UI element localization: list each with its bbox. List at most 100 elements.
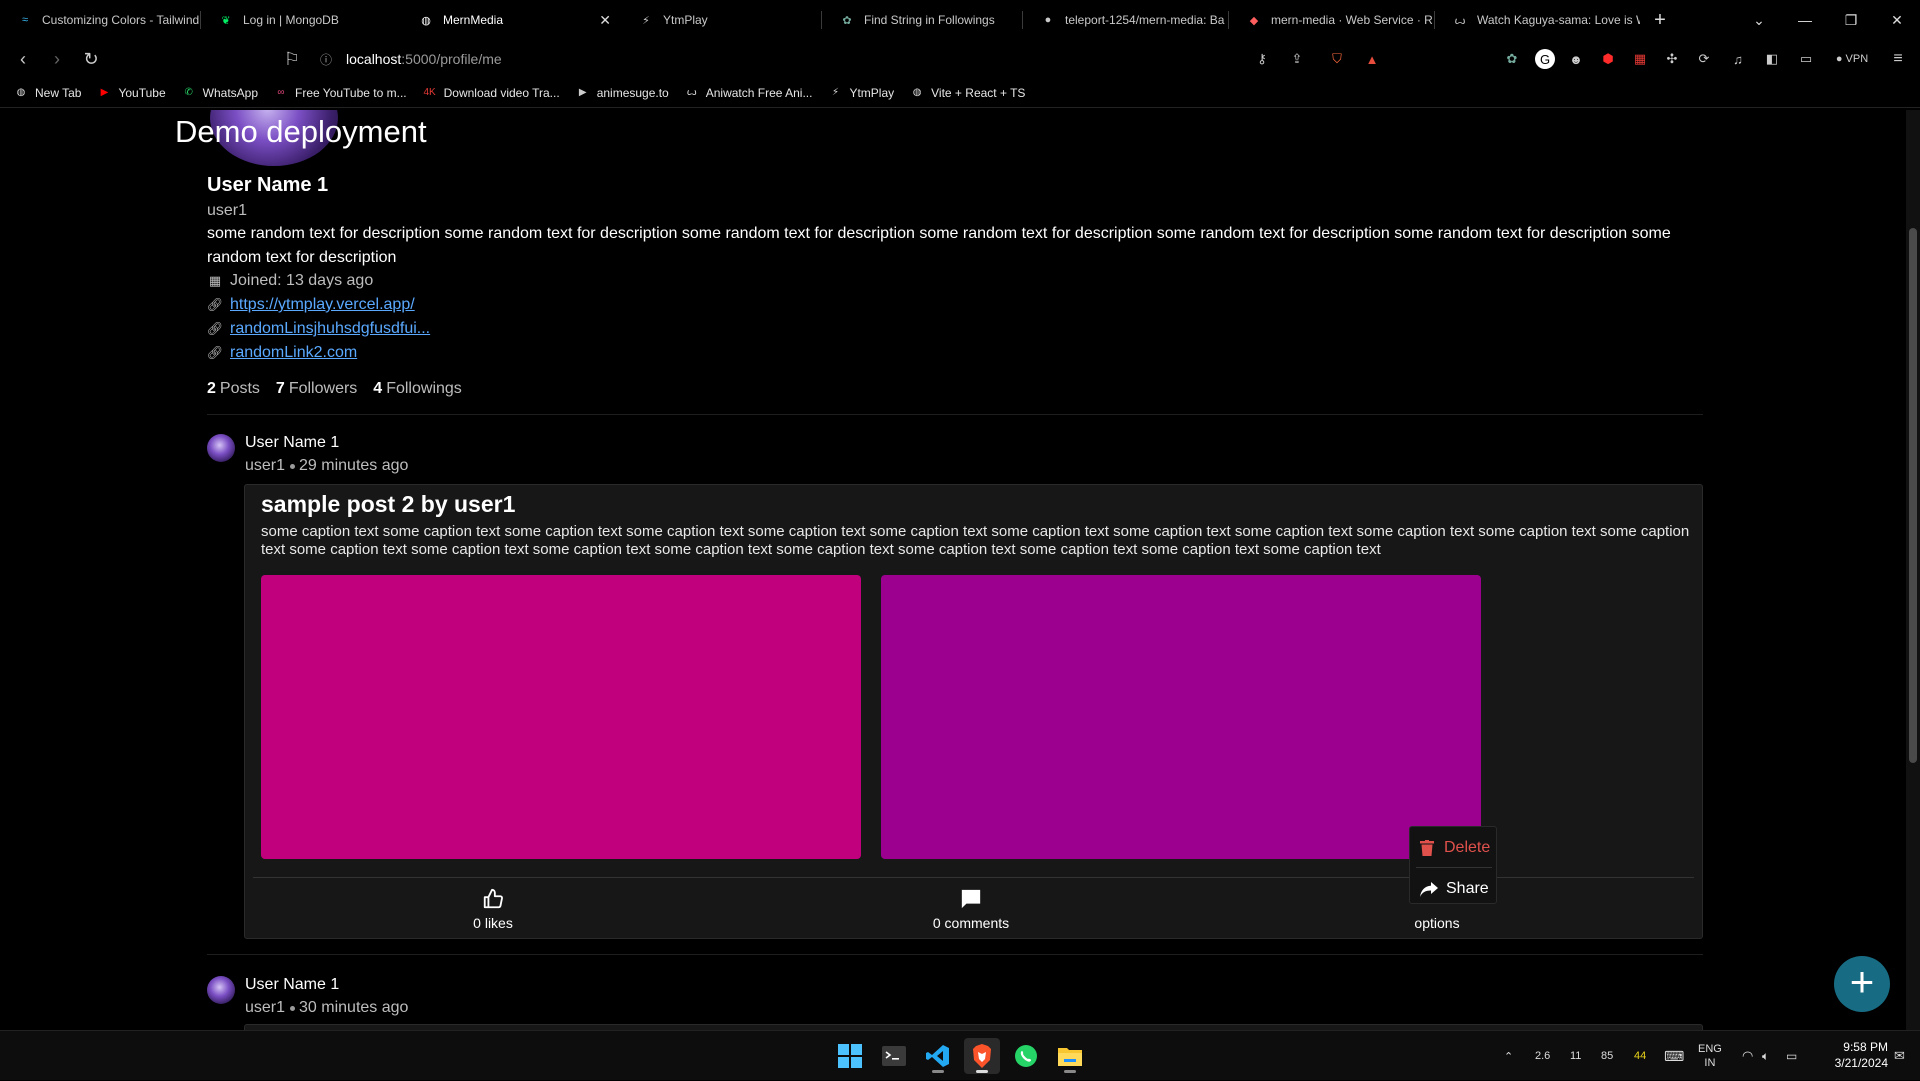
- close-window-icon[interactable]: ✕: [1874, 0, 1920, 40]
- profile-link[interactable]: randomLinsjhuhsdgfusdfui...: [230, 320, 430, 338]
- followers-label: Followers: [288, 380, 358, 397]
- joined-text: Joined: 13 days ago: [230, 272, 374, 289]
- globe-icon: ◍: [912, 87, 922, 98]
- brave-icon[interactable]: [964, 1038, 1000, 1074]
- followings-count: 4: [373, 380, 383, 397]
- bookmark-item[interactable]: ✆ WhatsApp: [182, 86, 258, 100]
- share-icon[interactable]: ⇪: [1287, 49, 1307, 69]
- clock[interactable]: 9:58 PM 3/21/2024: [1816, 1039, 1888, 1071]
- terminal-icon[interactable]: [876, 1038, 912, 1074]
- restore-icon[interactable]: ❐: [1828, 0, 1874, 40]
- scrollbar[interactable]: [1906, 110, 1920, 1030]
- post-author[interactable]: User Name 1: [245, 974, 408, 996]
- tab-ytmplay[interactable]: ⚡ YtmPlay: [621, 0, 821, 40]
- avatar[interactable]: [207, 976, 235, 1004]
- bookmark-item[interactable]: ▶ YouTube: [97, 86, 166, 100]
- posts-stat[interactable]: 2 Posts: [207, 380, 260, 398]
- render-icon: ◆: [1249, 14, 1259, 27]
- post-username: user1: [245, 457, 286, 474]
- wifi-icon[interactable]: ◠: [1742, 1031, 1753, 1081]
- globe-icon: ◍: [16, 87, 26, 98]
- extension-cat-icon[interactable]: ☻: [1566, 49, 1586, 69]
- tab-title: YtmPlay: [663, 13, 708, 27]
- chatgpt-ext-icon[interactable]: ✿: [1502, 49, 1522, 69]
- toolbar: ‹ › ↻ ⚐ ⓘ localhost:5000/profile/me ⚷ ⇪ …: [0, 40, 1920, 78]
- sidebar-icon[interactable]: ◧: [1762, 49, 1782, 69]
- windows-start-icon[interactable]: [832, 1038, 868, 1074]
- extension-calendar-icon[interactable]: ▦: [1630, 49, 1650, 69]
- tab-mernmedia[interactable]: ◍ MernMedia ✕: [401, 0, 621, 40]
- share-post-button[interactable]: Share: [1420, 880, 1489, 898]
- tray-overflow-icon[interactable]: ⌃: [1504, 1031, 1513, 1081]
- like-button[interactable]: 0 likes: [453, 887, 533, 931]
- profile-link[interactable]: randomLink2.com: [230, 344, 357, 362]
- close-tab-icon[interactable]: ✕: [591, 12, 611, 29]
- wallet-icon[interactable]: ▭: [1796, 49, 1816, 69]
- music-icon[interactable]: ♫: [1728, 49, 1748, 69]
- demo-deployment-title: Demo deployment: [175, 114, 427, 149]
- menu-icon[interactable]: ≡: [1888, 49, 1908, 69]
- tab-tailwind[interactable]: ≈ Customizing Colors - Tailwind: [0, 0, 200, 40]
- tab-render[interactable]: ◆ mern-media · Web Service · R: [1229, 0, 1434, 40]
- followers-stat[interactable]: 7 Followers: [276, 380, 357, 398]
- avatar[interactable]: [207, 434, 235, 462]
- tab-mongodb[interactable]: ❦ Log in | MongoDB: [201, 0, 401, 40]
- extension-sync-icon[interactable]: ⟳: [1694, 49, 1714, 69]
- scrollbar-thumb[interactable]: [1909, 228, 1917, 763]
- delete-post-button[interactable]: Delete: [1420, 839, 1490, 857]
- post-image[interactable]: [881, 575, 1481, 859]
- profile-link[interactable]: https://ytmplay.vercel.app/: [230, 296, 415, 314]
- profile-username: user1: [207, 202, 248, 219]
- volume-icon[interactable]: 🔈︎: [1762, 1031, 1769, 1081]
- chatgpt-icon: ✿: [842, 14, 852, 27]
- new-tab-button[interactable]: +: [1640, 0, 1680, 40]
- post-author[interactable]: User Name 1: [245, 432, 408, 454]
- minimize-icon[interactable]: —: [1782, 0, 1828, 40]
- share-arrow-icon: [1420, 881, 1438, 897]
- bookmark-item[interactable]: ꙍ Aniwatch Free Ani...: [685, 86, 813, 100]
- address-bar[interactable]: ⓘ localhost:5000/profile/me: [320, 40, 502, 78]
- followers-count: 7: [275, 380, 285, 397]
- battery-icon[interactable]: ▭: [1786, 1031, 1797, 1081]
- tab-search-icon[interactable]: ⌄: [1736, 0, 1782, 40]
- brave-shield-icon[interactable]: ⛉: [1327, 49, 1347, 69]
- bookmark-item[interactable]: ◍ New Tab: [14, 85, 82, 100]
- bookmark-item[interactable]: ◍ Vite + React + TS: [910, 85, 1026, 100]
- trash-icon: [1420, 840, 1434, 856]
- file-explorer-icon[interactable]: [1052, 1038, 1088, 1074]
- post-image[interactable]: [261, 575, 861, 859]
- bookmark-item[interactable]: ∞ Free YouTube to m...: [274, 86, 406, 100]
- forward-icon[interactable]: ›: [40, 42, 74, 76]
- tab-github[interactable]: ● teleport-1254/mern-media: Ba: [1023, 0, 1228, 40]
- reload-icon[interactable]: ↻: [74, 42, 108, 76]
- whatsapp-icon[interactable]: [1008, 1038, 1044, 1074]
- bookmark-label: New Tab: [35, 85, 82, 100]
- bookmark-label: Aniwatch Free Ani...: [705, 85, 813, 100]
- site-info-icon[interactable]: ⓘ: [320, 51, 332, 68]
- tab-chatgpt[interactable]: ✿ Find String in Followings: [822, 0, 1022, 40]
- vpn-button[interactable]: ● VPN: [1832, 49, 1872, 69]
- create-post-button[interactable]: +: [1834, 956, 1890, 1012]
- taskbar: ⌃ 2.6 11 85 44 ⌨ ENG IN ◠ 🔈︎ ▭ 9:58 PM 3…: [0, 1030, 1920, 1080]
- comments-button[interactable]: 0 comments: [921, 887, 1021, 931]
- bookmark-item[interactable]: 4K Download video Tra...: [423, 86, 560, 100]
- back-icon[interactable]: ‹: [6, 42, 40, 76]
- followings-stat[interactable]: 4 Followings: [373, 380, 462, 398]
- grammarly-icon[interactable]: G: [1535, 49, 1555, 69]
- bookmark-label: Vite + React + TS: [931, 85, 1026, 100]
- thumbs-up-icon: [482, 887, 504, 911]
- bookmark-icon[interactable]: ⚐: [275, 42, 309, 76]
- extension-record-icon[interactable]: ⬢: [1598, 49, 1618, 69]
- tab-aniwatch[interactable]: ꙍ Watch Kaguya-sama: Love is W: [1435, 0, 1640, 40]
- extensions-puzzle-icon[interactable]: ✣: [1662, 49, 1682, 69]
- bookmark-item[interactable]: ⚡ YtmPlay: [828, 86, 894, 100]
- language-indicator[interactable]: ENG IN: [1698, 1031, 1722, 1081]
- vscode-icon[interactable]: [920, 1038, 956, 1074]
- notification-icon[interactable]: ✉: [1894, 1031, 1905, 1081]
- brave-rewards-icon[interactable]: ▲: [1362, 49, 1382, 69]
- post-username: user1: [245, 999, 286, 1016]
- keyboard-icon[interactable]: ⌨: [1664, 1031, 1684, 1081]
- key-icon[interactable]: ⚷: [1252, 49, 1272, 69]
- divider: [1416, 867, 1492, 868]
- bookmark-item[interactable]: ▶ animesuge.to: [576, 86, 669, 100]
